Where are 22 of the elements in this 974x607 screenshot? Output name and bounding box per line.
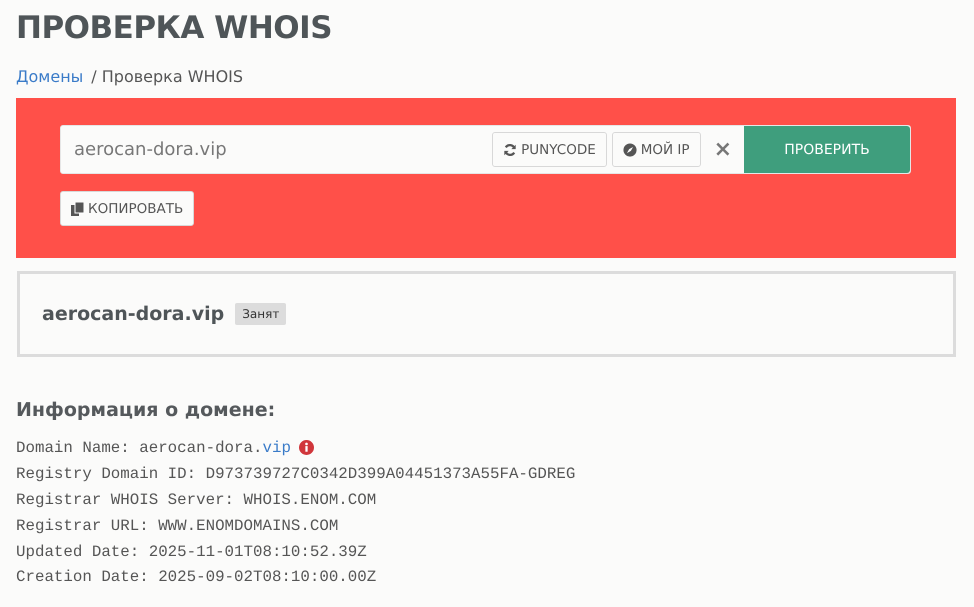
- my-ip-button[interactable]: МОЙ IP: [612, 132, 701, 167]
- whois-line: Updated Date: 2025-11-01T08:10:52.39Z: [16, 542, 367, 560]
- copy-icon: [71, 202, 84, 216]
- domain-name: aerocan-dora.vip: [42, 303, 224, 325]
- domain-field[interactable]: aerocan-dora.vip PUNYCODE МОЙ IP × ПРОВЕРИТЬ: [60, 125, 911, 174]
- punycode-button[interactable]: PUNYCODE: [492, 132, 607, 167]
- tld-link[interactable]: vip: [262, 438, 291, 457]
- page-title: ПРОВЕРКА WHOIS: [16, 9, 334, 48]
- clear-button[interactable]: ×: [706, 137, 744, 162]
- whois-line: Registrar WHOIS Server: WHOIS.ENOM.COM: [16, 490, 376, 509]
- breadcrumb-link[interactable]: Домены: [16, 66, 84, 86]
- status-badge: Занят: [235, 303, 286, 325]
- refresh-icon: [503, 142, 518, 156]
- section-heading: Информация о домене:: [16, 399, 276, 421]
- copy-button[interactable]: КОПИРОВАТЬ: [60, 191, 194, 226]
- info-icon[interactable]: [298, 440, 314, 456]
- breadcrumb-current: / Проверка WHOIS: [91, 66, 244, 86]
- whois-line: Creation Date: 2025-09-02T08:10:00.00Z: [16, 568, 376, 586]
- whois-line: Registrar URL: WWW.ENOMDOMAINS.COM: [16, 516, 338, 535]
- compass-icon: [622, 142, 637, 156]
- whois-line: Registry Domain ID: D973739727C0342D399A04451373A55FA-GDREG: [16, 464, 576, 483]
- whois-line: Domain Name: aerocan-dora.vip: [16, 438, 291, 457]
